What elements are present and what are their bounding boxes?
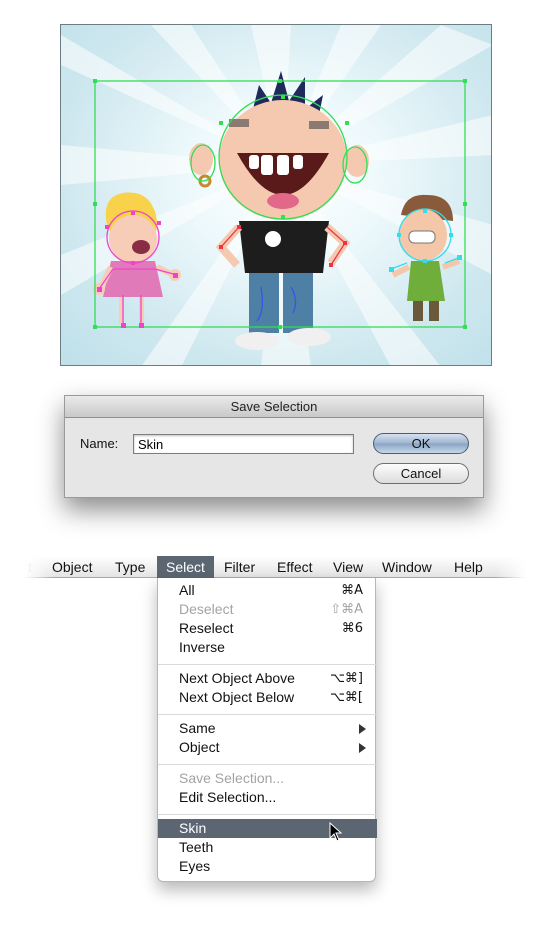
menu-item-label: Inverse <box>179 639 225 655</box>
selection-name-input[interactable] <box>133 434 354 454</box>
ok-button[interactable]: OK <box>373 433 469 454</box>
menu-item-shortcut: ⌘6 <box>341 621 363 636</box>
cartoon-illustration <box>61 25 491 365</box>
menu-item-label: Skin <box>179 820 207 836</box>
menu-item-label: Object <box>179 739 220 755</box>
menu-item-label: Same <box>179 720 216 736</box>
menu-item-label: All <box>179 582 195 598</box>
illustration-artboard[interactable] <box>60 24 492 366</box>
menu-item-next-object-above[interactable]: Next Object Above ⌥⌘] <box>158 669 377 688</box>
menu-item-same[interactable]: Same <box>158 719 377 738</box>
menu-bar: t Object Type Select Filter Effect View … <box>24 556 526 578</box>
menu-item-all[interactable]: All ⌘A <box>158 581 377 600</box>
menu-help[interactable]: Help <box>448 556 489 578</box>
menu-item-shortcut: ⌥⌘[ <box>329 690 363 705</box>
name-label: Name: <box>80 436 119 451</box>
menu-separator <box>158 664 377 665</box>
menu-item-label: Teeth <box>179 839 214 855</box>
kid-with-braces-character <box>391 194 461 321</box>
menu-item-edit-selection[interactable]: Edit Selection... <box>158 788 377 807</box>
select-menu-dropdown: All ⌘A Deselect ⇧⌘A Reselect ⌘6 Inverse … <box>157 578 377 882</box>
dialog-title: Save Selection <box>65 396 483 418</box>
menu-item-deselect: Deselect ⇧⌘A <box>158 600 377 619</box>
menu-item-label: Edit Selection... <box>179 789 277 805</box>
menu-filter[interactable]: Filter <box>218 556 261 578</box>
menu-item-shortcut: ⌥⌘] <box>329 671 363 686</box>
menu-item-label: Next Object Above <box>179 670 295 686</box>
menu-item-label: Save Selection... <box>179 770 285 786</box>
cancel-button[interactable]: Cancel <box>373 463 469 484</box>
menu-view[interactable]: View <box>327 556 369 578</box>
menubar-right-fade <box>496 556 526 578</box>
menu-item-save-selection: Save Selection... <box>158 769 377 788</box>
menu-separator <box>158 814 377 815</box>
menu-item-reselect[interactable]: Reselect ⌘6 <box>158 619 377 638</box>
menu-item-label: Reselect <box>179 620 234 636</box>
menu-effect[interactable]: Effect <box>271 556 319 578</box>
menu-item-skin[interactable]: Skin <box>158 819 377 838</box>
menubar-left-fade <box>24 556 54 578</box>
menu-item-shortcut: ⇧⌘A <box>330 602 363 617</box>
menu-item-next-object-below[interactable]: Next Object Below ⌥⌘[ <box>158 688 377 707</box>
menu-item-object[interactable]: Object <box>158 738 377 757</box>
menu-item-inverse[interactable]: Inverse <box>158 638 377 657</box>
menu-item-eyes[interactable]: Eyes <box>158 857 377 876</box>
menu-separator <box>158 714 377 715</box>
chevron-right-icon <box>359 743 366 753</box>
menu-item-teeth[interactable]: Teeth <box>158 838 377 857</box>
menu-item-label: Deselect <box>179 601 234 617</box>
menu-separator <box>158 764 377 765</box>
mouse-pointer-icon <box>329 822 343 842</box>
menu-type[interactable]: Type <box>109 556 151 578</box>
menu-item-shortcut: ⌘A <box>341 583 363 598</box>
menu-item-label: Next Object Below <box>179 689 295 705</box>
menu-select[interactable]: Select <box>157 556 214 578</box>
save-selection-dialog: Save Selection Name: OK Cancel <box>64 395 484 498</box>
chevron-right-icon <box>359 724 366 734</box>
menu-item-label: Eyes <box>179 858 211 874</box>
menu-window[interactable]: Window <box>376 556 438 578</box>
